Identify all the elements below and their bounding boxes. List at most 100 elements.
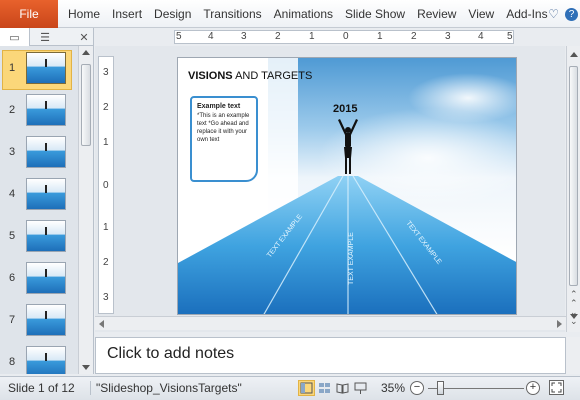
zoom-out-button[interactable]: −	[410, 381, 424, 395]
tab-file[interactable]: File	[0, 0, 58, 28]
ruler-label: 2	[103, 257, 109, 268]
vertical-ruler: 3 2 1 0 1 2 3	[98, 56, 114, 314]
scroll-left-icon[interactable]	[99, 320, 104, 328]
title-bold: VISIONS	[188, 70, 233, 82]
slide-preview	[26, 178, 66, 210]
help-icon[interactable]: ?	[565, 7, 578, 21]
ruler-label: 1	[103, 222, 109, 233]
tab-animations[interactable]: Animations	[268, 0, 339, 28]
scroll-up-icon[interactable]	[82, 50, 90, 55]
ribbon-controls: ♡ ?	[548, 0, 578, 28]
year-label[interactable]: 2015	[333, 103, 357, 115]
ruler-label: 2	[275, 31, 281, 42]
ruler-label: 3	[103, 67, 109, 78]
status-bar: Slide 1 of 12 "Slideshop_VisionsTargets"…	[0, 376, 580, 400]
reading-view-icon[interactable]	[334, 380, 351, 396]
slide-number: 4	[9, 188, 16, 200]
slide-number: 5	[9, 230, 16, 242]
slide-indicator: Slide 1 of 12	[8, 381, 75, 395]
ruler-label: 5	[176, 31, 182, 42]
tab-review[interactable]: Review	[411, 0, 462, 28]
normal-view-icon[interactable]	[298, 380, 315, 396]
slide-preview	[26, 262, 66, 294]
slide-thumbnail-2[interactable]: 2	[0, 92, 78, 134]
slide-thumbnail-1[interactable]: 1	[0, 50, 78, 92]
slide-thumbnail-3[interactable]: 3	[0, 134, 78, 176]
tab-design[interactable]: Design	[148, 0, 197, 28]
ruler-label: 4	[208, 31, 214, 42]
next-slide-icon[interactable]: ⌄ ⌄	[570, 308, 578, 326]
scroll-down-icon[interactable]	[82, 365, 90, 370]
previous-slide-icon[interactable]: ⌃ ⌃	[570, 290, 578, 308]
ruler-label: 1	[309, 31, 315, 42]
callout-title: Example text	[197, 103, 241, 110]
scroll-right-icon[interactable]	[557, 320, 562, 328]
ruler-label: 1	[103, 137, 109, 148]
notes-placeholder[interactable]: Click to add notes	[107, 345, 234, 363]
slide-preview	[26, 220, 66, 252]
ruler-label: 0	[343, 31, 349, 42]
text-callout-box[interactable]: Example text *This is an example text *G…	[190, 96, 258, 182]
ruler-label: 2	[103, 102, 109, 113]
zoom-level[interactable]: 35%	[381, 381, 405, 395]
path-label-center: TEXT EXAMPLE	[348, 232, 355, 285]
scrollbar-thumb[interactable]	[81, 64, 91, 146]
slide-show-view-icon[interactable]	[352, 380, 369, 396]
ruler-label: 1	[377, 31, 383, 42]
thumbnail-list: 1 2 3 4 5 6 7 8	[0, 46, 78, 374]
slide-thumbnail-6[interactable]: 6	[0, 260, 78, 302]
tab-slide-show[interactable]: Slide Show	[339, 0, 411, 28]
tab-insert[interactable]: Insert	[106, 0, 148, 28]
slide-number: 7	[9, 314, 16, 326]
minimize-ribbon-icon[interactable]: ♡	[548, 7, 559, 21]
ribbon-tab-bar: File Home Insert Design Transitions Anim…	[0, 0, 580, 28]
slide-canvas[interactable]: TEXT EXAMPLE TEXT EXAMPLE TEXT EXAMPLE V…	[177, 57, 517, 315]
scrollbar-thumb[interactable]	[569, 66, 578, 286]
notes-scrollbar[interactable]	[566, 337, 580, 374]
ruler-label: 4	[478, 31, 484, 42]
horizontal-ruler: 5 4 3 2 1 0 1 2 3 4 5	[174, 30, 514, 44]
thumbnail-scrollbar[interactable]	[78, 46, 93, 374]
slide-sorter-view-icon[interactable]	[316, 380, 333, 396]
zoom-in-button[interactable]: +	[526, 381, 540, 395]
slide-preview	[26, 94, 66, 126]
theme-name[interactable]: "Slideshop_VisionsTargets"	[90, 381, 242, 395]
slide-thumbnail-4[interactable]: 4	[0, 176, 78, 218]
close-icon[interactable]: ✕	[75, 28, 93, 46]
tab-outline-icon[interactable]: ☰	[30, 28, 60, 46]
tab-home[interactable]: Home	[62, 0, 106, 28]
horizontal-scrollbar[interactable]	[95, 316, 566, 330]
fit-to-window-icon[interactable]	[549, 380, 564, 395]
callout-body: *This is an example text *Go ahead and r…	[197, 113, 250, 143]
slide-number: 8	[9, 356, 16, 368]
title-rest: AND TARGETS	[232, 70, 313, 82]
ruler-label: 5	[507, 31, 513, 42]
slides-pane: ▭ ☰ ✕ 1 2 3 4 5 6 7 8	[0, 28, 94, 374]
tab-slides-icon[interactable]: ▭	[0, 28, 30, 46]
scroll-up-icon[interactable]	[570, 52, 578, 57]
slide-number: 6	[9, 272, 16, 284]
ruler-label: 3	[445, 31, 451, 42]
slide-preview	[26, 304, 66, 336]
ruler-label: 0	[103, 180, 109, 191]
slide-preview	[26, 346, 66, 374]
prev-next-slide-buttons: ⌃ ⌃ ⌄ ⌄	[570, 290, 578, 326]
ruler-label: 3	[103, 292, 109, 303]
tab-add-ins[interactable]: Add-Ins	[500, 0, 553, 28]
slide-number: 2	[9, 104, 16, 116]
slide-thumbnail-8[interactable]: 8	[0, 344, 78, 374]
slide-number: 1	[9, 62, 16, 74]
ruler-label: 2	[411, 31, 417, 42]
slide-preview	[26, 52, 66, 84]
slide-number: 3	[9, 146, 16, 158]
slide-preview	[26, 136, 66, 168]
ruler-label: 3	[241, 31, 247, 42]
zoom-slider-handle[interactable]	[437, 381, 444, 395]
slide-title[interactable]: VISIONS AND TARGETS	[188, 70, 312, 82]
tab-transitions[interactable]: Transitions	[197, 0, 267, 28]
pane-tabs: ▭ ☰ ✕	[0, 28, 93, 46]
slide-thumbnail-7[interactable]: 7	[0, 302, 78, 344]
slide-thumbnail-5[interactable]: 5	[0, 218, 78, 260]
notes-pane[interactable]: Click to add notes	[95, 337, 566, 374]
tab-view[interactable]: View	[462, 0, 500, 28]
